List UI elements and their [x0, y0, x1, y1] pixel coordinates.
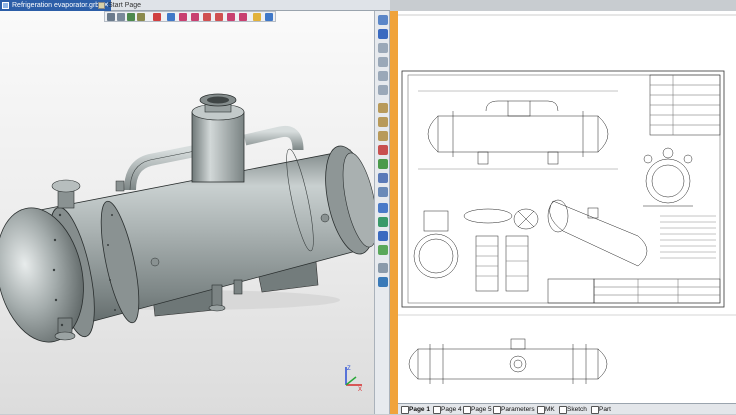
box-icon[interactable]: [167, 13, 175, 21]
axis-y-line: [345, 376, 357, 386]
drawing-sheet-2-side-view: [417, 348, 599, 380]
document-tab-bar: Refrigeration evaporator.grb ✕ Start Pag…: [0, 0, 390, 11]
title-block: [593, 278, 721, 304]
page-icon: [401, 406, 409, 414]
zoom-in-icon[interactable]: [378, 43, 388, 53]
shade-icon[interactable]: [378, 159, 388, 169]
view-left-icon[interactable]: [378, 145, 388, 155]
cone-icon[interactable]: [203, 13, 211, 21]
torus-icon[interactable]: [215, 13, 223, 21]
sphere-icon[interactable]: [179, 13, 187, 21]
wire-icon[interactable]: [378, 173, 388, 183]
properties-icon[interactable]: [378, 263, 388, 273]
pointer-icon[interactable]: [378, 15, 388, 25]
view-front-icon[interactable]: [378, 117, 388, 127]
page-icon: [537, 406, 545, 414]
layer-icon[interactable]: [378, 217, 388, 227]
fit-icon[interactable]: [137, 13, 145, 21]
drawing-section-view: [413, 233, 459, 279]
page-tab-sketch[interactable]: Sketch: [558, 404, 587, 415]
sheet-frame: [401, 70, 725, 308]
cylinder-icon[interactable]: [191, 13, 199, 21]
evaporator-3d-model: [0, 93, 374, 343]
document-tab-start-page[interactable]: Start Page: [96, 0, 181, 11]
part-icon: [591, 406, 599, 414]
view-3d-icon[interactable]: [378, 103, 388, 113]
page-icon: [463, 406, 471, 414]
document-icon: [2, 2, 9, 9]
pane-splitter[interactable]: [390, 11, 398, 414]
export-icon[interactable]: [378, 277, 388, 287]
material-icon[interactable]: [378, 203, 388, 213]
tab-label: Start Page: [108, 2, 142, 9]
page-tab-mk[interactable]: MK: [536, 404, 555, 415]
rotate-icon[interactable]: [127, 13, 135, 21]
view-toolbar: [104, 11, 276, 22]
light-icon[interactable]: [253, 13, 261, 21]
page-tab-page-1[interactable]: Page 1: [400, 404, 430, 415]
axis-triad: Z X: [345, 366, 362, 391]
cube-icon[interactable]: [227, 13, 235, 21]
side-toolbar: [374, 11, 390, 414]
measure-icon[interactable]: [378, 231, 388, 241]
page-tab-page-5[interactable]: Page 5: [462, 404, 492, 415]
axis-x-label: X: [358, 387, 362, 391]
drawing-sheet-panel[interactable]: [398, 11, 736, 403]
drawing-shell-side-view: [437, 115, 599, 153]
axis-z-label: Z: [347, 366, 351, 372]
select-icon[interactable]: [153, 13, 161, 21]
page-tab-part[interactable]: Part: [590, 404, 611, 415]
page-tab-page-4[interactable]: Page 4: [432, 404, 462, 415]
view-top-icon[interactable]: [378, 131, 388, 141]
document-tab-active[interactable]: Refrigeration evaporator.grb ✕: [0, 0, 111, 11]
sketch-icon: [559, 406, 567, 414]
page-tab-bar: Page 1 Page 4 Page 5 Parameters MK Sketc…: [398, 403, 736, 414]
section-icon[interactable]: [378, 187, 388, 197]
3d-viewport[interactable]: Z X: [0, 11, 374, 414]
camera-icon[interactable]: [265, 13, 273, 21]
render-icon[interactable]: [239, 13, 247, 21]
zoom-out-icon[interactable]: [378, 57, 388, 67]
technical-drawing: [398, 14, 736, 384]
zoom-icon[interactable]: [107, 13, 115, 21]
snap-icon[interactable]: [378, 245, 388, 255]
page-icon: [433, 406, 441, 414]
drawing-isometric-view: [549, 200, 648, 267]
pan-icon[interactable]: [117, 13, 125, 21]
drawing-end-view: [645, 158, 691, 204]
tab-label: Refrigeration evaporator.grb: [12, 2, 100, 9]
parameters-icon: [493, 406, 501, 414]
zoom-fit-icon[interactable]: [378, 85, 388, 95]
magnet-icon[interactable]: [378, 29, 388, 39]
zoom-window-icon[interactable]: [378, 71, 388, 81]
page-tab-parameters[interactable]: Parameters: [492, 404, 535, 415]
start-page-icon: [98, 2, 105, 9]
